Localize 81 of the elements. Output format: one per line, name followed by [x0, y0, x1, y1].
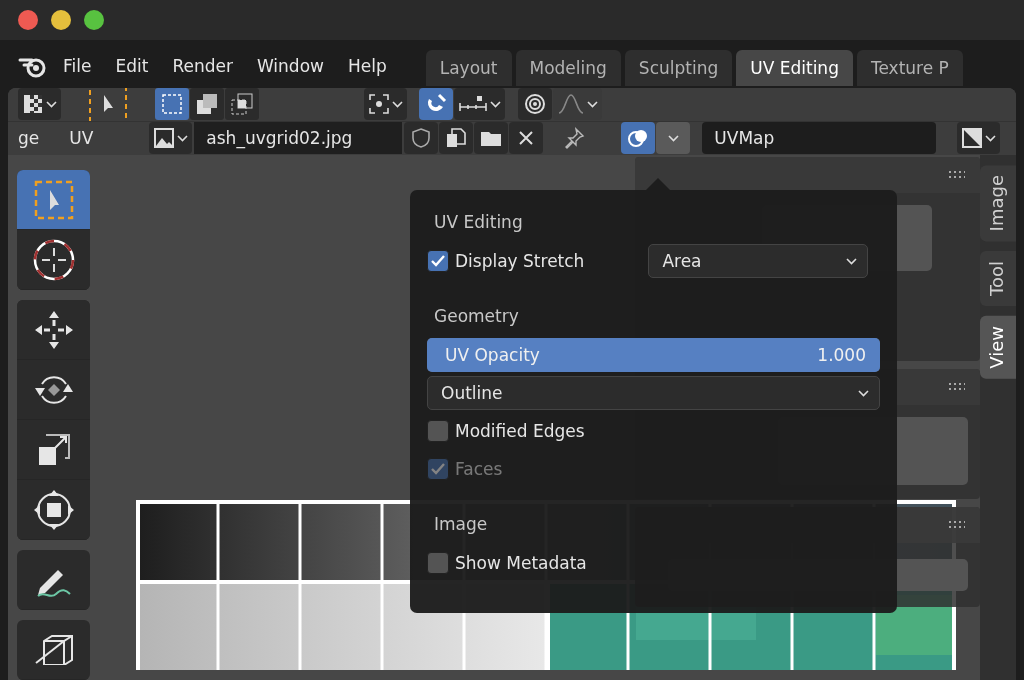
display-channels-button[interactable]	[957, 122, 1001, 155]
chevron-down-icon	[667, 134, 679, 142]
workspace-tab[interactable]: Sculpting	[624, 50, 733, 86]
workspace-tab[interactable]: Texture P	[856, 50, 963, 86]
image-name-field[interactable]: ash_uvgrid02.jpg	[194, 122, 403, 155]
select-mode-button[interactable]	[225, 88, 259, 121]
chevron-down-icon	[46, 100, 57, 108]
chevron-down-icon	[392, 100, 403, 108]
drag-handle-icon	[948, 171, 966, 179]
checkbox-label: Display Stretch	[455, 251, 585, 271]
duplicate-icon	[445, 127, 468, 150]
header-menu[interactable]: UV	[69, 128, 94, 149]
chevron-down-icon	[587, 100, 598, 108]
workspace-tab[interactable]: Modeling	[515, 50, 621, 86]
zoom-button[interactable]	[84, 10, 104, 30]
checkmark-icon	[430, 254, 446, 268]
overlays-dropdown[interactable]	[656, 122, 691, 155]
checkbox-label: Show Metadata	[455, 553, 587, 573]
image-channels-icon	[961, 127, 984, 150]
display-dropdown[interactable]: Outline	[427, 376, 880, 410]
tool-button[interactable]	[17, 300, 90, 360]
checkbox-label: Faces	[455, 459, 503, 479]
sidebar-tab[interactable]: Tool	[980, 251, 1016, 307]
pivot-dropdown[interactable]	[364, 88, 407, 121]
drag-handle-icon	[948, 521, 966, 529]
section-title: Image	[434, 514, 489, 534]
checkbox-label: Modified Edges	[455, 421, 585, 441]
workspace-tab[interactable]: Layout	[425, 50, 512, 86]
select-box-icon	[89, 88, 127, 124]
image-icon	[153, 127, 176, 150]
select-intersect-icon	[231, 93, 253, 116]
snap-target-dropdown[interactable]	[454, 88, 505, 121]
uv-map-field[interactable]: UVMap	[702, 122, 937, 155]
checkbox[interactable]	[427, 250, 449, 272]
section-title: Geometry	[434, 306, 520, 326]
open-button[interactable]	[474, 122, 509, 155]
header-menu[interactable]: ge	[18, 128, 40, 149]
select-box-icon	[33, 179, 74, 220]
drag-handle-icon	[948, 383, 966, 391]
chevron-down-icon	[490, 100, 501, 108]
snap-button[interactable]	[419, 88, 453, 121]
menu-item[interactable]: File	[54, 56, 101, 76]
opacity-slider[interactable]: UV Opacity 1.000	[427, 338, 880, 372]
menu-item[interactable]: Render	[163, 56, 242, 76]
pin-icon	[563, 127, 586, 150]
select-mode-button[interactable]	[155, 88, 189, 121]
target-icon	[524, 93, 546, 116]
workspace-tab[interactable]: UV Editing	[736, 50, 853, 86]
chevron-down-icon	[177, 134, 189, 142]
sidebar-tab[interactable]: Image	[980, 165, 1016, 242]
checkbox[interactable]	[427, 552, 449, 574]
menu-item[interactable]: Window	[247, 56, 333, 76]
overlays-icon	[627, 127, 650, 150]
checkmark-icon	[430, 462, 446, 476]
chevron-down-icon	[985, 134, 997, 142]
close-image-button[interactable]	[509, 122, 544, 155]
cursor-icon	[31, 237, 76, 282]
select-subtract-icon	[196, 93, 218, 116]
proportional-edit-button[interactable]	[518, 88, 552, 121]
checker-icon	[22, 93, 44, 116]
editor-type-button[interactable]	[18, 88, 61, 121]
menu-item[interactable]: Edit	[106, 56, 158, 76]
pivot-icon	[368, 93, 390, 116]
minimize-button[interactable]	[51, 10, 71, 30]
shield-icon	[410, 127, 433, 150]
fake-user-button[interactable]	[404, 122, 439, 155]
sidebar-tab[interactable]: View	[980, 316, 1016, 380]
close-button[interactable]	[18, 10, 38, 30]
image-browse-button[interactable]	[149, 122, 193, 155]
duplicate-button[interactable]	[439, 122, 474, 155]
checkbox[interactable]	[427, 420, 449, 442]
chevron-down-icon	[846, 257, 858, 265]
select-mode-button[interactable]	[190, 88, 224, 121]
section-title: UV Editing	[434, 212, 524, 232]
chevron-down-icon	[858, 389, 869, 397]
curve-icon	[557, 93, 585, 116]
menu-item[interactable]: Help	[338, 56, 396, 76]
stretch-dropdown[interactable]: Area	[648, 244, 869, 278]
select-new-icon	[161, 93, 183, 116]
overlays-button[interactable]	[621, 122, 656, 155]
transform-icon	[32, 488, 75, 531]
